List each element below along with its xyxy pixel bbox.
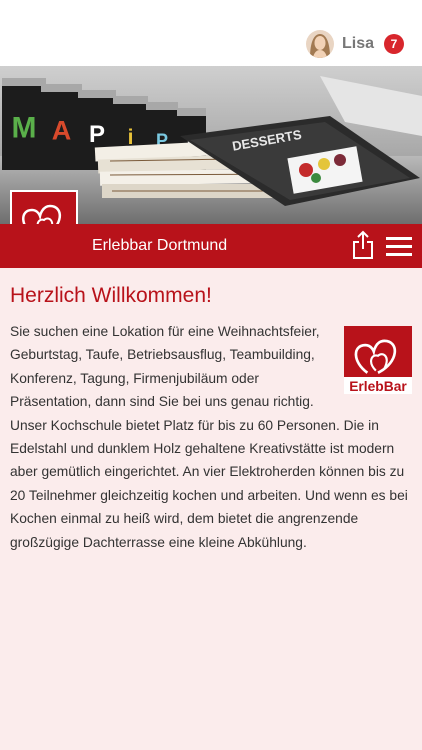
hamburger-menu-icon[interactable]: [386, 236, 412, 258]
share-icon[interactable]: [350, 230, 376, 260]
brand-bar: Erlebbar Dortmund: [0, 224, 422, 268]
user-profile[interactable]: Lisa 7: [305, 30, 404, 58]
top-bar: Lisa 7: [0, 0, 422, 66]
menu-button[interactable]: [386, 236, 412, 258]
share-button[interactable]: [350, 230, 376, 260]
avatar[interactable]: [305, 30, 334, 58]
jar: A: [41, 84, 82, 170]
jar-letter: M: [12, 111, 37, 144]
user-name[interactable]: Lisa: [342, 35, 374, 53]
erlebbar-logo-small: ErlebBar: [344, 326, 412, 394]
brand-title: Erlebbar Dortmund: [92, 237, 228, 254]
content-area: Herzlich Willkommen! ErlebBar Sie suchen…: [0, 268, 422, 750]
welcome-heading: Herzlich Willkommen!: [10, 284, 212, 307]
jar-letter: P: [89, 121, 105, 148]
jar-letter: A: [52, 116, 72, 146]
jar: M: [2, 78, 46, 170]
notification-badge[interactable]: 7: [384, 34, 404, 54]
svg-text:ErlebBar: ErlebBar: [349, 378, 407, 394]
